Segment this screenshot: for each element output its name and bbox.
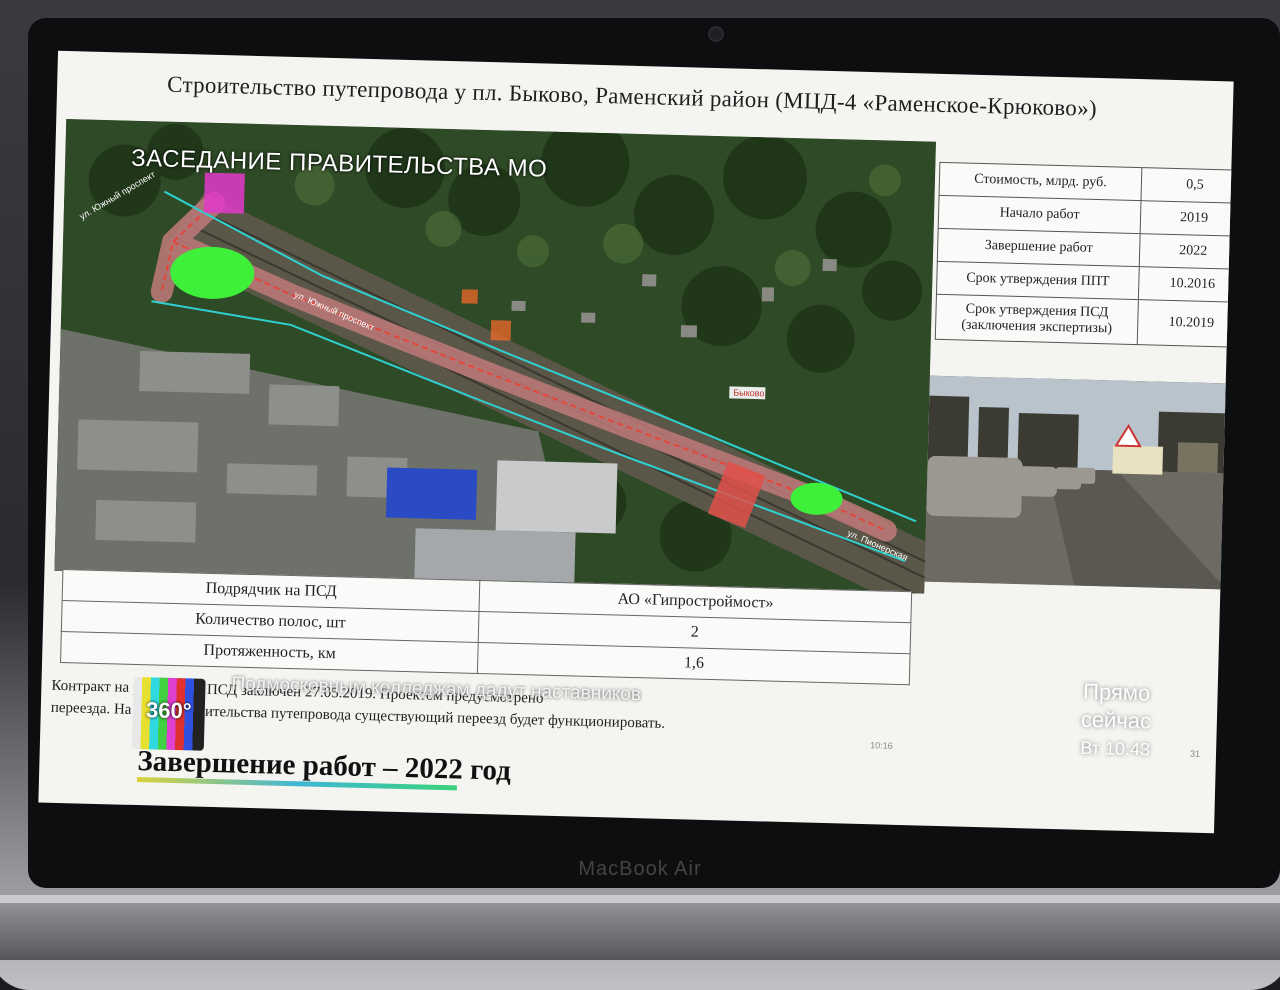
channel-logo-text: 360° — [145, 697, 192, 724]
table-row: Срок утверждения ПСД (заключения эксперт… — [935, 294, 1234, 348]
info-value: 0,5 — [1140, 167, 1234, 204]
info-label: Срок утверждения ПСД (заключения эксперт… — [935, 294, 1139, 345]
slide-title: Строительство путепровода у пл. Быково, … — [166, 71, 1098, 121]
screen: Строительство путепровода у пл. Быково, … — [38, 50, 1234, 834]
project-info-table: Стоимость, млрд. руб. 0,5 Начало работ 2… — [934, 161, 1234, 348]
info-value: 10.2019 — [1137, 299, 1234, 348]
hinge — [0, 895, 1280, 903]
info-value: 10.2016 — [1138, 266, 1234, 303]
laptop-brand: MacBook Air — [578, 858, 702, 880]
aerial-map: Быково ул. Южный проспект ул. Южный прос… — [54, 118, 936, 594]
traffic-photo — [924, 375, 1232, 590]
info-label: Срок утверждения ППТ — [936, 261, 1140, 300]
map-label-station: Быково — [733, 387, 765, 399]
live-label-2: сейчас — [1080, 706, 1152, 734]
live-day: Вт — [1080, 737, 1101, 759]
info-value: 2019 — [1140, 200, 1234, 237]
live-time: 10:43 — [1104, 738, 1151, 760]
laptop-base — [0, 895, 1280, 960]
info-label: Стоимость, млрд. руб. — [939, 162, 1142, 201]
info-label: Завершение работ — [937, 228, 1141, 267]
live-time-row: Вт 10:43 — [1080, 734, 1151, 764]
info-value: 2022 — [1139, 233, 1234, 270]
page-number: 31 — [1189, 748, 1201, 759]
live-badge: Прямо сейчас Вт 10:43 — [1080, 678, 1152, 764]
channel-logo: 360° — [131, 676, 206, 751]
camera — [710, 28, 722, 40]
live-label-1: Прямо — [1082, 678, 1151, 706]
slide-time: 10:16 — [870, 740, 893, 751]
info-label: Начало работ — [938, 195, 1141, 234]
